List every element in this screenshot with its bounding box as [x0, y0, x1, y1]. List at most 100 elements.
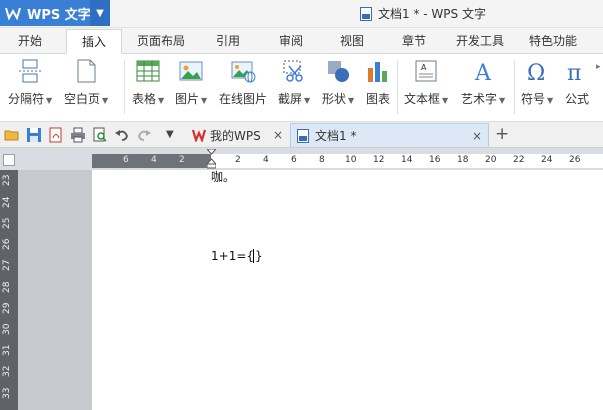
omega-symbol-icon: Ω	[524, 58, 550, 86]
customize-dropdown-icon[interactable]: ▼	[166, 129, 182, 145]
vertical-ruler[interactable]: 23 24 25 26 27 28 29 30 31 32 33	[0, 170, 18, 410]
ruler-tick: 6	[123, 155, 129, 165]
chevron-down-icon: ▼	[304, 96, 311, 105]
window-title: 文档1 * - WPS 文字	[360, 5, 486, 22]
tab-stop-selector[interactable]	[3, 154, 15, 166]
chevron-down-icon: ▼	[547, 96, 554, 105]
ruler-tick: 2	[235, 155, 241, 165]
table-icon	[135, 58, 161, 84]
online-picture-button[interactable]: 在线图片	[219, 58, 267, 107]
ruler-tick: 10	[345, 155, 357, 165]
tab-insert[interactable]: 插入	[66, 29, 122, 54]
print-preview-icon[interactable]	[92, 127, 108, 143]
menu-tabs: 开始 插入 页面布局 引用 审阅 视图 章节 开发工具 特色功能	[0, 28, 603, 54]
symbol-button[interactable]: Ω 符号 ▼	[521, 58, 553, 107]
shapes-label: 形状	[322, 92, 347, 106]
screenshot-button[interactable]: 截屏 ▼	[278, 58, 310, 107]
ruler-tick: 6	[291, 155, 297, 165]
svg-text:Ω: Ω	[527, 61, 545, 84]
chevron-down-icon: ▼	[158, 96, 165, 105]
app-menu-dropdown-icon[interactable]: ▼	[90, 0, 110, 26]
close-icon[interactable]: ×	[472, 129, 482, 143]
ruler-tick: 23	[2, 174, 12, 186]
chevron-down-icon: ▼	[499, 96, 506, 105]
shapes-button[interactable]: 形状 ▼	[322, 58, 354, 107]
save-icon[interactable]	[26, 127, 42, 143]
print-icon[interactable]	[70, 127, 86, 143]
field-code-close: }	[255, 249, 263, 263]
ruler-tick: 25	[2, 217, 12, 229]
blank-page-button[interactable]: 空白页 ▼	[64, 58, 108, 107]
page-break-label: 分隔符	[8, 92, 45, 106]
page-break-button[interactable]: 分隔符 ▼	[8, 58, 52, 107]
document-icon	[297, 128, 309, 143]
document-page[interactable]: 咖。 1+1={ }	[92, 170, 603, 410]
ruler-tick: 4	[151, 155, 157, 165]
chevron-down-icon: ▼	[201, 96, 208, 105]
textbox-button[interactable]: A 文本框 ▼	[404, 58, 448, 107]
text-cursor	[253, 249, 254, 263]
textbox-label: 文本框	[404, 92, 441, 106]
tab-document1[interactable]: 文档1 * ×	[290, 123, 489, 147]
ribbon-separator	[514, 60, 515, 114]
ruler-tick: 27	[2, 259, 12, 271]
tab-special[interactable]: 特色功能	[529, 32, 577, 49]
svg-text:A: A	[421, 63, 427, 72]
title-bar: WPS 文字 ▼ 文档1 * - WPS 文字	[0, 0, 603, 28]
svg-text:π: π	[567, 61, 581, 84]
field-code-open: 1+1={	[211, 249, 255, 263]
indent-marker[interactable]	[205, 148, 218, 169]
ribbon-separator	[397, 60, 398, 114]
chart-label: 图表	[365, 92, 390, 106]
wordart-button[interactable]: A 艺术字 ▼	[461, 58, 505, 107]
horizontal-ruler[interactable]: 6 4 2 2 4 6 8 10 12 14 16 18 20 22 24 26	[92, 148, 603, 169]
tab-section[interactable]: 章节	[402, 32, 426, 49]
chart-icon	[365, 58, 391, 84]
chart-button[interactable]: 图表	[365, 58, 391, 107]
page-margin-area	[18, 170, 92, 410]
wps-logo-icon	[5, 5, 21, 21]
tab-developer[interactable]: 开发工具	[456, 32, 504, 49]
app-menu-button[interactable]: WPS 文字 ▼	[0, 0, 110, 26]
undo-icon[interactable]	[114, 127, 130, 143]
ruler-tick: 12	[373, 155, 385, 165]
screenshot-icon	[281, 58, 307, 84]
redo-icon[interactable]	[136, 127, 152, 143]
chevron-down-icon: ▼	[442, 96, 449, 105]
textbox-icon: A	[413, 58, 439, 84]
wordart-label: 艺术字	[461, 92, 498, 106]
blank-page-icon	[73, 58, 99, 84]
blank-page-label: 空白页	[64, 92, 101, 106]
formula-label: 公式	[564, 92, 589, 106]
tab-my-wps[interactable]: 我的WPS ×	[186, 123, 289, 147]
new-tab-button[interactable]: +	[495, 124, 509, 144]
ruler-tick: 18	[457, 155, 469, 165]
doc-line-text: 咖。	[211, 170, 236, 184]
export-pdf-icon[interactable]	[48, 127, 64, 143]
picture-button[interactable]: 图片 ▼	[175, 58, 207, 107]
ruler-tick: 26	[2, 238, 12, 250]
screenshot-label: 截屏	[278, 92, 303, 106]
table-button[interactable]: 表格 ▼	[132, 58, 164, 107]
document-icon	[360, 6, 372, 21]
tab-start[interactable]: 开始	[18, 32, 42, 49]
tab-review[interactable]: 审阅	[279, 32, 303, 49]
open-folder-icon[interactable]	[4, 127, 20, 143]
pi-formula-icon: π	[564, 58, 590, 86]
ribbon-separator	[124, 60, 125, 114]
ruler-tick: 28	[2, 281, 12, 293]
online-picture-icon	[230, 58, 256, 84]
ribbon-expand-icon[interactable]: ▸	[596, 62, 603, 72]
ruler-row: 6 4 2 2 4 6 8 10 12 14 16 18 20 22 24 26	[0, 148, 603, 170]
svg-text:A: A	[474, 61, 492, 84]
tab-page-layout[interactable]: 页面布局	[137, 32, 185, 49]
chevron-down-icon: ▼	[46, 96, 53, 105]
ruler-tick: 31	[2, 344, 12, 356]
tab-references[interactable]: 引用	[216, 32, 240, 49]
close-icon[interactable]: ×	[273, 128, 283, 142]
ruler-tick: 22	[513, 155, 525, 165]
tab-view[interactable]: 视图	[340, 32, 364, 49]
wps-logo-icon	[191, 128, 207, 144]
formula-button[interactable]: π 公式	[564, 58, 590, 107]
ruler-tick: 4	[263, 155, 269, 165]
